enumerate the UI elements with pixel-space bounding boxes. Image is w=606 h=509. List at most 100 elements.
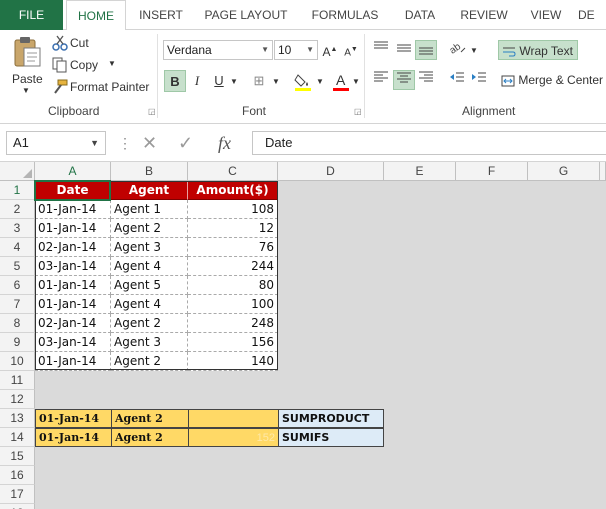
table-cell[interactable]: 01-Jan-14 [35, 276, 111, 295]
row-header[interactable]: 1 [0, 181, 35, 200]
tab-page-layout[interactable]: PAGE LAYOUT [196, 0, 296, 30]
merge-center-button[interactable]: Merge & Center [498, 70, 606, 90]
row-header[interactable]: 2 [0, 200, 35, 219]
bold-button[interactable]: B [164, 70, 186, 92]
row-header[interactable]: 15 [0, 447, 35, 466]
chevron-down-icon[interactable]: ▼ [316, 77, 324, 86]
criteria-date-cell[interactable]: 01-Jan-14 [35, 428, 112, 447]
table-cell[interactable]: 248 [188, 314, 278, 333]
borders-icon[interactable]: ⊞ [248, 70, 270, 92]
table-cell[interactable]: 108 [188, 200, 278, 219]
table-cell[interactable]: 244 [188, 257, 278, 276]
decrease-indent-icon[interactable] [446, 70, 468, 90]
dialog-launcher-icon[interactable]: ◲ [148, 108, 156, 116]
orientation-icon[interactable]: ab [446, 40, 468, 60]
tab-insert[interactable]: INSERT [130, 0, 192, 30]
column-header-g[interactable]: G [528, 162, 600, 181]
table-cell[interactable]: 80 [188, 276, 278, 295]
align-top-icon[interactable] [370, 40, 392, 60]
insert-function-icon[interactable]: fx [218, 131, 231, 155]
criteria-agent-cell[interactable]: Agent 2 [111, 428, 189, 447]
table-cell[interactable]: 140 [188, 352, 278, 371]
italic-button[interactable]: I [186, 70, 208, 92]
table-cell[interactable]: Agent 4 [111, 257, 188, 276]
format-painter-button[interactable]: Format Painter [52, 78, 152, 98]
row-header[interactable]: 4 [0, 238, 35, 257]
tab-formulas[interactable]: FORMULAS [300, 0, 390, 30]
row-header[interactable]: 12 [0, 390, 35, 409]
criteria-date-cell[interactable]: 01-Jan-14 [35, 409, 112, 428]
enter-icon[interactable]: ✓ [178, 131, 193, 155]
chevron-down-icon[interactable]: ▼ [230, 77, 238, 86]
table-cell[interactable]: 12 [188, 219, 278, 238]
align-left-icon[interactable] [370, 70, 392, 90]
function-name-cell[interactable]: SUMPRODUCT [278, 409, 384, 428]
header-cell-date[interactable]: Date [35, 181, 111, 200]
column-header-a[interactable]: A [35, 162, 111, 181]
align-right-icon[interactable] [415, 70, 437, 90]
font-color-icon[interactable]: A [330, 70, 352, 92]
cut-button[interactable]: Cut [52, 34, 112, 54]
table-cell[interactable]: Agent 1 [111, 200, 188, 219]
align-center-icon[interactable] [393, 70, 415, 90]
column-header-f[interactable]: F [456, 162, 528, 181]
row-header[interactable]: 5 [0, 257, 35, 276]
row-header[interactable]: 9 [0, 333, 35, 352]
paste-button[interactable]: Paste ▼ [8, 34, 46, 100]
row-header[interactable]: 7 [0, 295, 35, 314]
row-header[interactable]: 14 [0, 428, 35, 447]
formula-input[interactable]: Date [252, 131, 606, 155]
row-header[interactable]: 17 [0, 485, 35, 504]
table-cell[interactable]: 156 [188, 333, 278, 352]
chevron-down-icon[interactable]: ▼ [470, 46, 478, 55]
table-cell[interactable]: 01-Jan-14 [35, 200, 111, 219]
header-cell-agent[interactable]: Agent [111, 181, 188, 200]
row-header[interactable]: 16 [0, 466, 35, 485]
table-cell[interactable]: Agent 5 [111, 276, 188, 295]
table-cell[interactable]: 03-Jan-14 [35, 333, 111, 352]
tab-developer[interactable]: DE [578, 0, 606, 30]
row-header[interactable]: 13 [0, 409, 35, 428]
cancel-icon[interactable]: ✕ [142, 131, 157, 155]
table-cell[interactable]: 01-Jan-14 [35, 352, 111, 371]
wrap-text-button[interactable]: Wrap Text [498, 40, 578, 60]
result-cell[interactable]: 152 [188, 428, 279, 447]
underline-button[interactable]: U [208, 70, 230, 92]
chevron-down-icon[interactable]: ▼ [352, 77, 360, 86]
table-cell[interactable]: 01-Jan-14 [35, 295, 111, 314]
column-header-d[interactable]: D [278, 162, 384, 181]
row-header[interactable]: 10 [0, 352, 35, 371]
decrease-font-size-button[interactable]: A▼ [341, 40, 361, 60]
increase-indent-icon[interactable] [468, 70, 490, 90]
worksheet-grid[interactable]: A B C D E F G 1 2 3 4 5 6 7 8 9 10 11 12… [0, 162, 606, 509]
font-size-select[interactable]: 10 ▼ [274, 40, 318, 60]
tab-review[interactable]: REVIEW [452, 0, 516, 30]
table-cell[interactable]: Agent 3 [111, 238, 188, 257]
result-cell[interactable] [188, 409, 279, 428]
function-name-cell[interactable]: SUMIFS [278, 428, 384, 447]
table-cell[interactable]: 100 [188, 295, 278, 314]
row-header[interactable]: 6 [0, 276, 35, 295]
copy-button[interactable]: Copy ▼ [52, 56, 122, 76]
tab-home[interactable]: HOME [66, 0, 126, 31]
row-header[interactable]: 11 [0, 371, 35, 390]
row-header[interactable]: 3 [0, 219, 35, 238]
dialog-launcher-icon[interactable]: ◲ [354, 108, 362, 116]
table-cell[interactable]: Agent 2 [111, 314, 188, 333]
tab-data[interactable]: DATA [392, 0, 448, 30]
header-cell-amount[interactable]: Amount($) [188, 181, 278, 200]
row-header[interactable]: 8 [0, 314, 35, 333]
table-cell[interactable]: 01-Jan-14 [35, 219, 111, 238]
align-middle-icon[interactable] [393, 40, 415, 60]
table-cell[interactable]: 03-Jan-14 [35, 257, 111, 276]
column-header-e[interactable]: E [384, 162, 456, 181]
table-cell[interactable]: 02-Jan-14 [35, 238, 111, 257]
table-cell[interactable]: Agent 2 [111, 219, 188, 238]
fill-color-icon[interactable] [292, 70, 314, 92]
column-header-b[interactable]: B [111, 162, 188, 181]
select-all-corner[interactable] [0, 162, 35, 181]
row-header[interactable]: 18 [0, 504, 35, 509]
increase-font-size-button[interactable]: A▲ [320, 40, 340, 60]
table-cell[interactable]: Agent 4 [111, 295, 188, 314]
font-name-select[interactable]: Verdana ▼ [163, 40, 273, 60]
